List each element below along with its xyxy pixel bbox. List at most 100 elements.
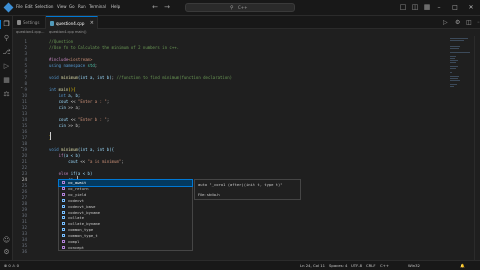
indentation-status[interactable]: Spaces: 4 [329,263,347,268]
suggestion-widget[interactable]: co_await co_return co_yield codecvt codecvt_… [58,179,193,251]
code-line: cout << "a is minimum"; [49,159,123,165]
run-debug-icon[interactable]: ▷ [2,62,11,71]
close-tab-icon[interactable]: × [90,20,94,26]
code-token: void [49,147,62,152]
menu-terminal[interactable]: Terminal [89,4,106,10]
menu-help[interactable]: Help [111,4,120,10]
settings-gear-icon[interactable]: ⚙ [2,248,11,257]
extensions-icon[interactable]: ▦ [2,76,11,85]
keyword-icon [62,192,65,196]
encoding-status[interactable]: UTF-8 [351,263,362,268]
cursor-position[interactable]: Ln 24, Col 11 [300,263,325,268]
code-token: >> a; [68,105,81,110]
code-token: << [80,159,88,164]
layout-panel-icon[interactable]: □ [398,3,408,12]
vertical-scrollbar[interactable] [474,36,480,260]
account-icon[interactable]: ☺ [2,236,11,245]
fold-chevron-icon[interactable]: ⌄ [20,84,25,90]
keyword-icon [62,186,65,190]
mouse-ibeam-cursor [50,132,53,140]
breadcrumb-item[interactable]: question4.cpp [16,30,41,35]
settings-gear-icon[interactable]: ⚙ [455,19,460,26]
code-token: void [49,75,62,80]
code-token: << [70,99,78,104]
code-token: cin [49,105,69,110]
code-line: if(a < b) [49,153,81,159]
breadcrumb-item[interactable]: main() [75,30,86,35]
class-icon [62,228,65,232]
close-window-button[interactable]: ✕ [464,3,478,12]
search-icon[interactable]: ⚲ [2,34,11,43]
settings-file-icon [17,20,21,25]
run-file-icon[interactable]: ▷ [443,19,448,26]
menu-go[interactable]: Go [69,4,75,10]
forward-arrow-icon[interactable]: → [162,3,172,12]
fold-chevron-icon[interactable]: ⌄ [20,144,25,150]
code-token: ; [106,99,110,104]
menu-view[interactable]: View [57,4,67,10]
keyword-icon [62,245,65,249]
tab-settings[interactable]: Settings [13,16,46,29]
code-token: if(a < b) [70,171,93,176]
code-token: namespace [63,63,88,68]
minimap-line [450,58,455,59]
code-token: ; [111,75,117,80]
vscode-window: File Edit Selection View Go Run Terminal… [0,0,480,270]
command-center-search[interactable]: ⚲ C++ [185,3,295,12]
tab-question4-cpp[interactable]: question4.cpp × [46,16,98,29]
breadcrumb-item[interactable]: … [41,30,45,35]
explorer-icon[interactable]: ❐ [0,20,11,29]
layout-sidebar-icon[interactable]: ◫ [410,3,420,12]
minimap-line [450,78,458,79]
code-token: cout [49,117,71,122]
menu-file[interactable]: File [16,4,23,10]
code-token: <iostream> [68,57,93,62]
code-token: "Enter a : " [77,99,107,104]
code-token: #include [49,57,69,62]
testing-icon[interactable]: ⚖ [2,90,11,99]
minimap[interactable] [448,36,474,260]
code-token: << [70,117,78,122]
code-token: (int a, int b) [77,75,112,80]
code-token: (){ [68,87,76,92]
title-bar: File Edit Selection View Go Run Terminal… [0,0,480,16]
code-token: int [49,87,59,92]
platform-status[interactable]: Win32 [408,263,420,268]
code-token: >> b; [68,123,81,128]
breadcrumb-item[interactable]: question4.cpp [49,30,74,35]
minimap-line [450,62,456,63]
errors-warnings-icon[interactable]: ⊗ 0 ⚠ 0 [4,263,19,268]
minimap-line [450,86,454,87]
code-token: int [49,93,69,98]
layout-customize-icon[interactable]: ▦ [422,3,432,12]
minimize-button[interactable]: – [432,3,446,12]
split-editor-icon[interactable]: ◫ [466,19,472,26]
tab-label: Settings [23,20,40,25]
code-token: cout [49,159,81,164]
code-token: (int a, int b){ [77,147,115,152]
code-token: minimum [61,147,78,152]
code-token: (a < b) [63,153,81,158]
maximize-button[interactable]: □ [448,3,462,12]
language-mode[interactable]: C++ [380,263,389,268]
suggestion-item[interactable]: concept [59,245,192,251]
suggestion-details: auto "_coro1 (after)(init t, type t)" Fi… [194,179,301,200]
eol-status[interactable]: CRLF [366,263,376,268]
code-line: int main(){ [49,87,76,93]
code-line: #include<iostream> [49,57,92,63]
menu-edit[interactable]: Edit [25,4,33,10]
code-line: void minimum(int a, int b); //function t… [49,75,232,81]
code-line: using namespace std; [49,63,97,69]
keyword-icon [62,181,65,184]
back-arrow-icon[interactable]: ← [150,3,160,12]
menu-selection[interactable]: Selection [35,4,53,10]
minimap-line [450,38,468,39]
vscode-logo-icon [3,2,14,13]
minimap-line [450,84,457,85]
source-control-icon[interactable]: ⎇ [2,48,11,57]
menu-run[interactable]: Run [78,4,86,10]
notifications-bell-icon[interactable]: 🔔 [460,263,465,268]
code-token: "Enter b : " [77,117,107,122]
code-token: //function to find minimum(function decl… [116,75,233,80]
keyword-icon [62,240,65,243]
